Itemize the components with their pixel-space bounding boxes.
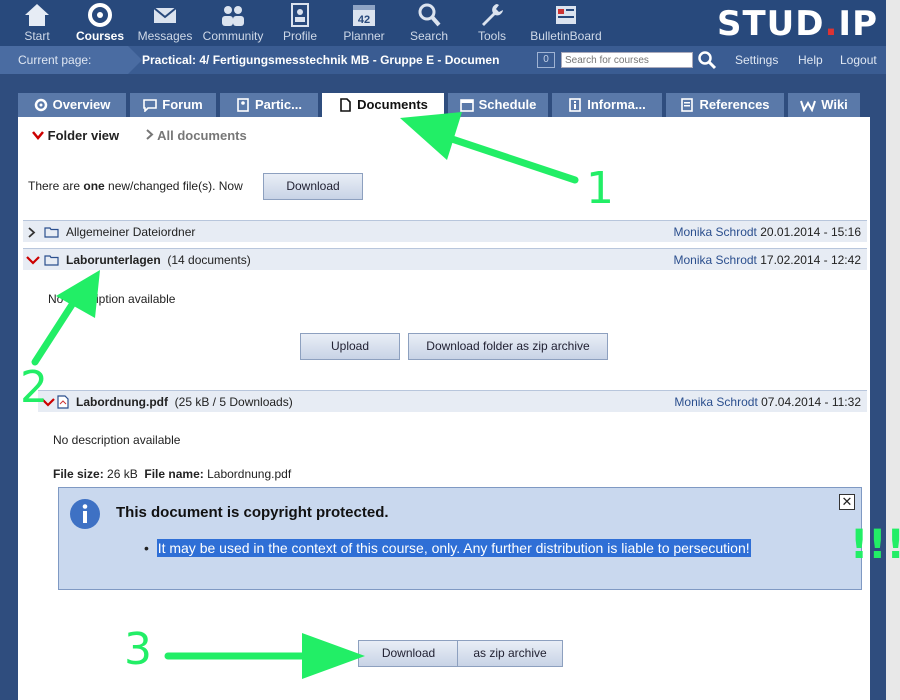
annotation-number-two: 2 xyxy=(20,362,48,413)
annotation-exclamation: !!! xyxy=(850,522,900,568)
annotation-number-one: 1 xyxy=(586,163,614,214)
annotation-number-three: 3 xyxy=(124,624,152,675)
annotation-arrows xyxy=(31,112,579,679)
